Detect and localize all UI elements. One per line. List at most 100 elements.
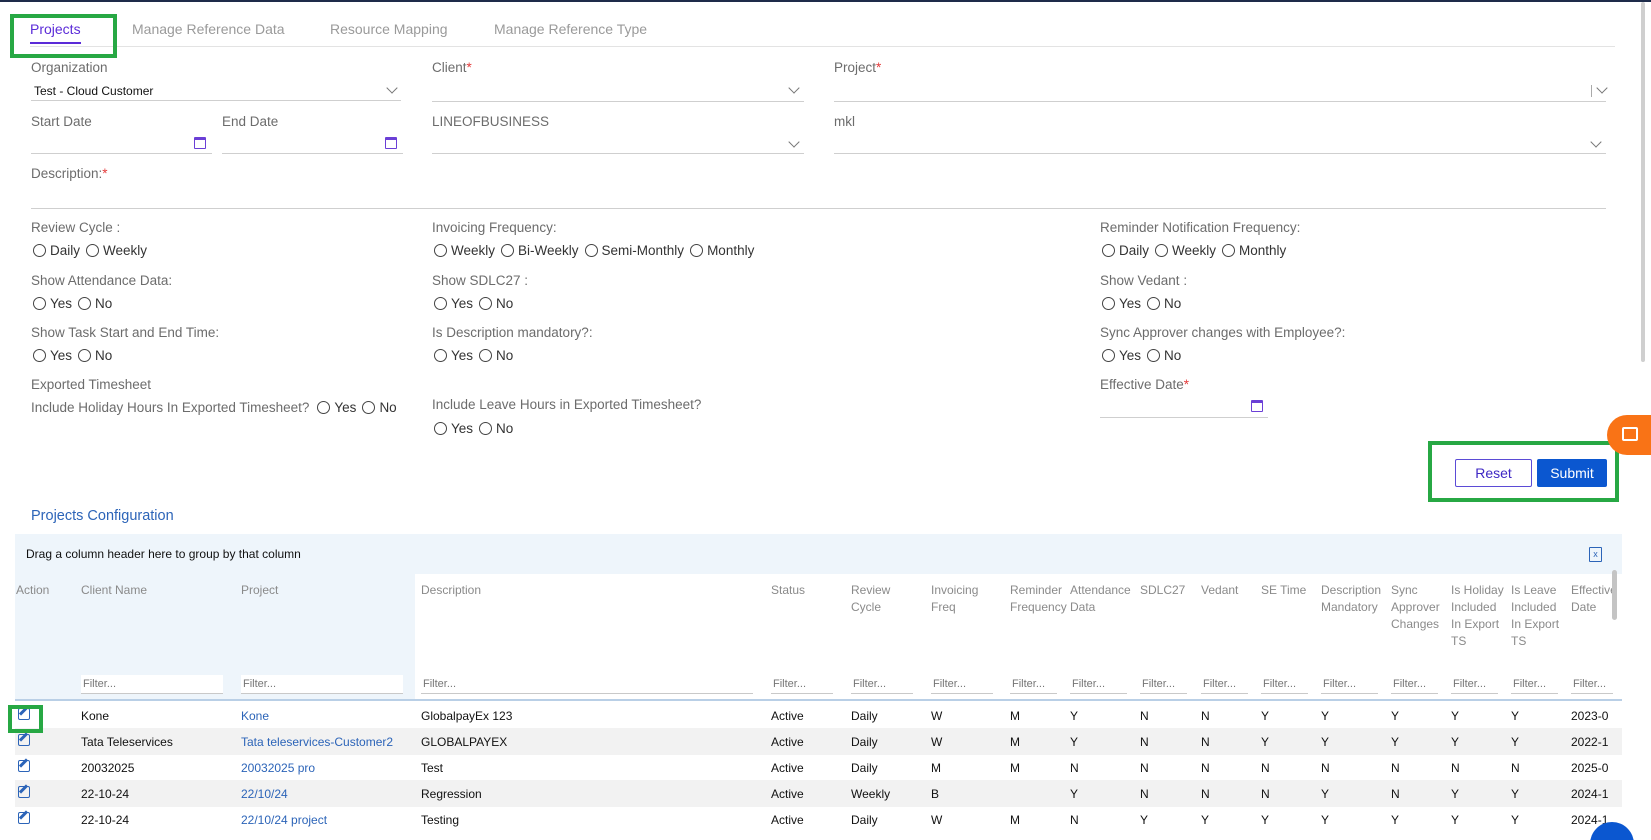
column-filter-input[interactable] (1261, 675, 1308, 694)
column-header[interactable]: SE Time (1261, 582, 1316, 599)
end-date-input[interactable] (222, 153, 403, 154)
table-row[interactable]: Kone Kone GlobalpayEx 123 Active Daily W M Y N N Y… (15, 702, 1622, 729)
organization-select[interactable]: Test - Cloud Customer (34, 84, 153, 98)
project-link[interactable]: 22/10/24 (241, 787, 409, 801)
calendar-icon[interactable] (1251, 400, 1263, 412)
column-filter-input[interactable] (931, 675, 993, 694)
radio-yes[interactable]: Yes (33, 296, 72, 311)
project-select[interactable] (834, 101, 1606, 102)
effective-date-input[interactable] (1100, 417, 1268, 418)
radio-yes[interactable]: Yes (1102, 348, 1141, 363)
column-filter-input[interactable] (1391, 675, 1438, 694)
tab-manage-reference-type[interactable]: Manage Reference Type (494, 21, 647, 37)
table-row[interactable]: Tata Teleservices Tata teleservices-Custo… (15, 728, 1622, 755)
column-header[interactable]: Action (16, 582, 76, 599)
start-date-input[interactable] (31, 153, 212, 154)
project-link[interactable]: Tata teleservices-Customer2 (241, 735, 409, 749)
column-filter-input[interactable] (1010, 675, 1057, 694)
radio-monthly[interactable]: Monthly (1222, 243, 1286, 258)
lob-select[interactable] (432, 153, 804, 154)
chevron-down-icon[interactable] (1590, 136, 1602, 148)
radio-semi-monthly[interactable]: Semi-Monthly (584, 243, 684, 258)
edit-icon[interactable] (18, 812, 30, 824)
table-row[interactable]: 22-10-24 22/10/24 Regression Active Weekly B Y… (15, 780, 1622, 807)
client-select[interactable] (432, 101, 804, 102)
column-header[interactable]: Sync Approver Changes (1391, 582, 1446, 633)
column-filter-input[interactable] (1511, 675, 1558, 694)
radio-no[interactable]: No (362, 400, 397, 415)
radio-weekly[interactable]: Weekly (1155, 243, 1216, 258)
radio-monthly[interactable]: Monthly (690, 243, 754, 258)
column-filter-input[interactable] (241, 675, 403, 694)
tab-resource-mapping[interactable]: Resource Mapping (330, 21, 448, 37)
column-header[interactable]: Description (421, 582, 761, 599)
project-link[interactable]: Kone (241, 709, 409, 723)
excel-export-icon[interactable]: x (1589, 547, 1602, 562)
calendar-icon[interactable] (385, 137, 397, 149)
radio-no[interactable]: No (1147, 348, 1181, 363)
column-filter-input[interactable] (1451, 675, 1498, 694)
column-filter-input[interactable] (1201, 675, 1248, 694)
edit-icon[interactable] (18, 760, 30, 772)
radio-yes[interactable]: Yes (434, 348, 473, 363)
chevron-down-icon[interactable] (788, 136, 800, 148)
radio-no[interactable]: No (479, 421, 513, 436)
select-separator (1591, 85, 1592, 97)
radio-bi-weekly[interactable]: Bi-Weekly (501, 243, 579, 258)
calendar-icon[interactable] (194, 137, 206, 149)
radio-no[interactable]: No (78, 296, 112, 311)
page-scrollbar[interactable] (1641, 2, 1645, 362)
column-filter-input[interactable] (421, 675, 753, 694)
table-cell: N (1511, 761, 1520, 775)
radio-daily[interactable]: Daily (1102, 243, 1149, 258)
column-filter-input[interactable] (771, 675, 833, 694)
chevron-down-icon[interactable] (386, 82, 398, 94)
description-input[interactable] (31, 208, 1606, 209)
edit-icon[interactable] (18, 734, 30, 746)
column-header[interactable]: Reminder Frequency (1010, 582, 1067, 616)
radio-no[interactable]: No (1147, 296, 1181, 311)
mkl-select[interactable] (834, 153, 1606, 154)
feedback-button[interactable] (1607, 415, 1651, 455)
column-filter-input[interactable] (81, 675, 223, 694)
radio-yes[interactable]: Yes (1102, 296, 1141, 311)
radio-no[interactable]: No (78, 348, 112, 363)
radio-yes[interactable]: Yes (434, 421, 473, 436)
column-header[interactable]: Client Name (81, 582, 231, 599)
chevron-down-icon[interactable] (1596, 82, 1608, 94)
radio-yes[interactable]: Yes (434, 296, 473, 311)
chevron-down-icon[interactable] (788, 82, 800, 94)
column-header[interactable]: Status (771, 582, 841, 599)
radio-no[interactable]: No (479, 296, 513, 311)
column-filter-input[interactable] (1571, 675, 1613, 694)
column-filter-input[interactable] (1140, 675, 1187, 694)
edit-icon[interactable] (18, 786, 30, 798)
reset-button[interactable]: Reset (1455, 459, 1532, 487)
column-header[interactable]: SDLC27 (1140, 582, 1195, 599)
column-header[interactable]: Project (241, 582, 411, 599)
column-header[interactable]: Is Leave Included In Export TS (1511, 582, 1566, 650)
grid-scrollbar[interactable] (1612, 570, 1617, 620)
radio-yes[interactable]: Yes (317, 400, 356, 415)
group-by-panel[interactable]: Drag a column header here to group by th… (15, 534, 1622, 574)
tab-manage-reference-data[interactable]: Manage Reference Data (132, 21, 285, 37)
radio-no[interactable]: No (479, 348, 513, 363)
column-header[interactable]: Invoicing Freq (931, 582, 1001, 616)
column-filter-input[interactable] (1321, 675, 1378, 694)
column-header[interactable]: Review Cycle (851, 582, 921, 616)
table-row[interactable]: 20032025 20032025 pro Test Active Daily M M N N N… (15, 754, 1622, 781)
column-header[interactable]: Attendance Data (1070, 582, 1135, 616)
project-link[interactable]: 22/10/24 project (241, 813, 409, 827)
table-row[interactable]: 22-10-24 22/10/24 project Testing Active Dai… (15, 806, 1622, 833)
project-link[interactable]: 20032025 pro (241, 761, 409, 775)
submit-button[interactable]: Submit (1537, 459, 1607, 487)
column-header[interactable]: Description Mandatory (1321, 582, 1386, 616)
radio-daily[interactable]: Daily (33, 243, 80, 258)
radio-weekly[interactable]: Weekly (86, 243, 147, 258)
radio-weekly[interactable]: Weekly (434, 243, 495, 258)
column-header[interactable]: Is Holiday Included In Export TS (1451, 582, 1506, 650)
radio-yes[interactable]: Yes (33, 348, 72, 363)
column-filter-input[interactable] (851, 675, 913, 694)
column-header[interactable]: Vedant (1201, 582, 1256, 599)
column-filter-input[interactable] (1070, 675, 1127, 694)
